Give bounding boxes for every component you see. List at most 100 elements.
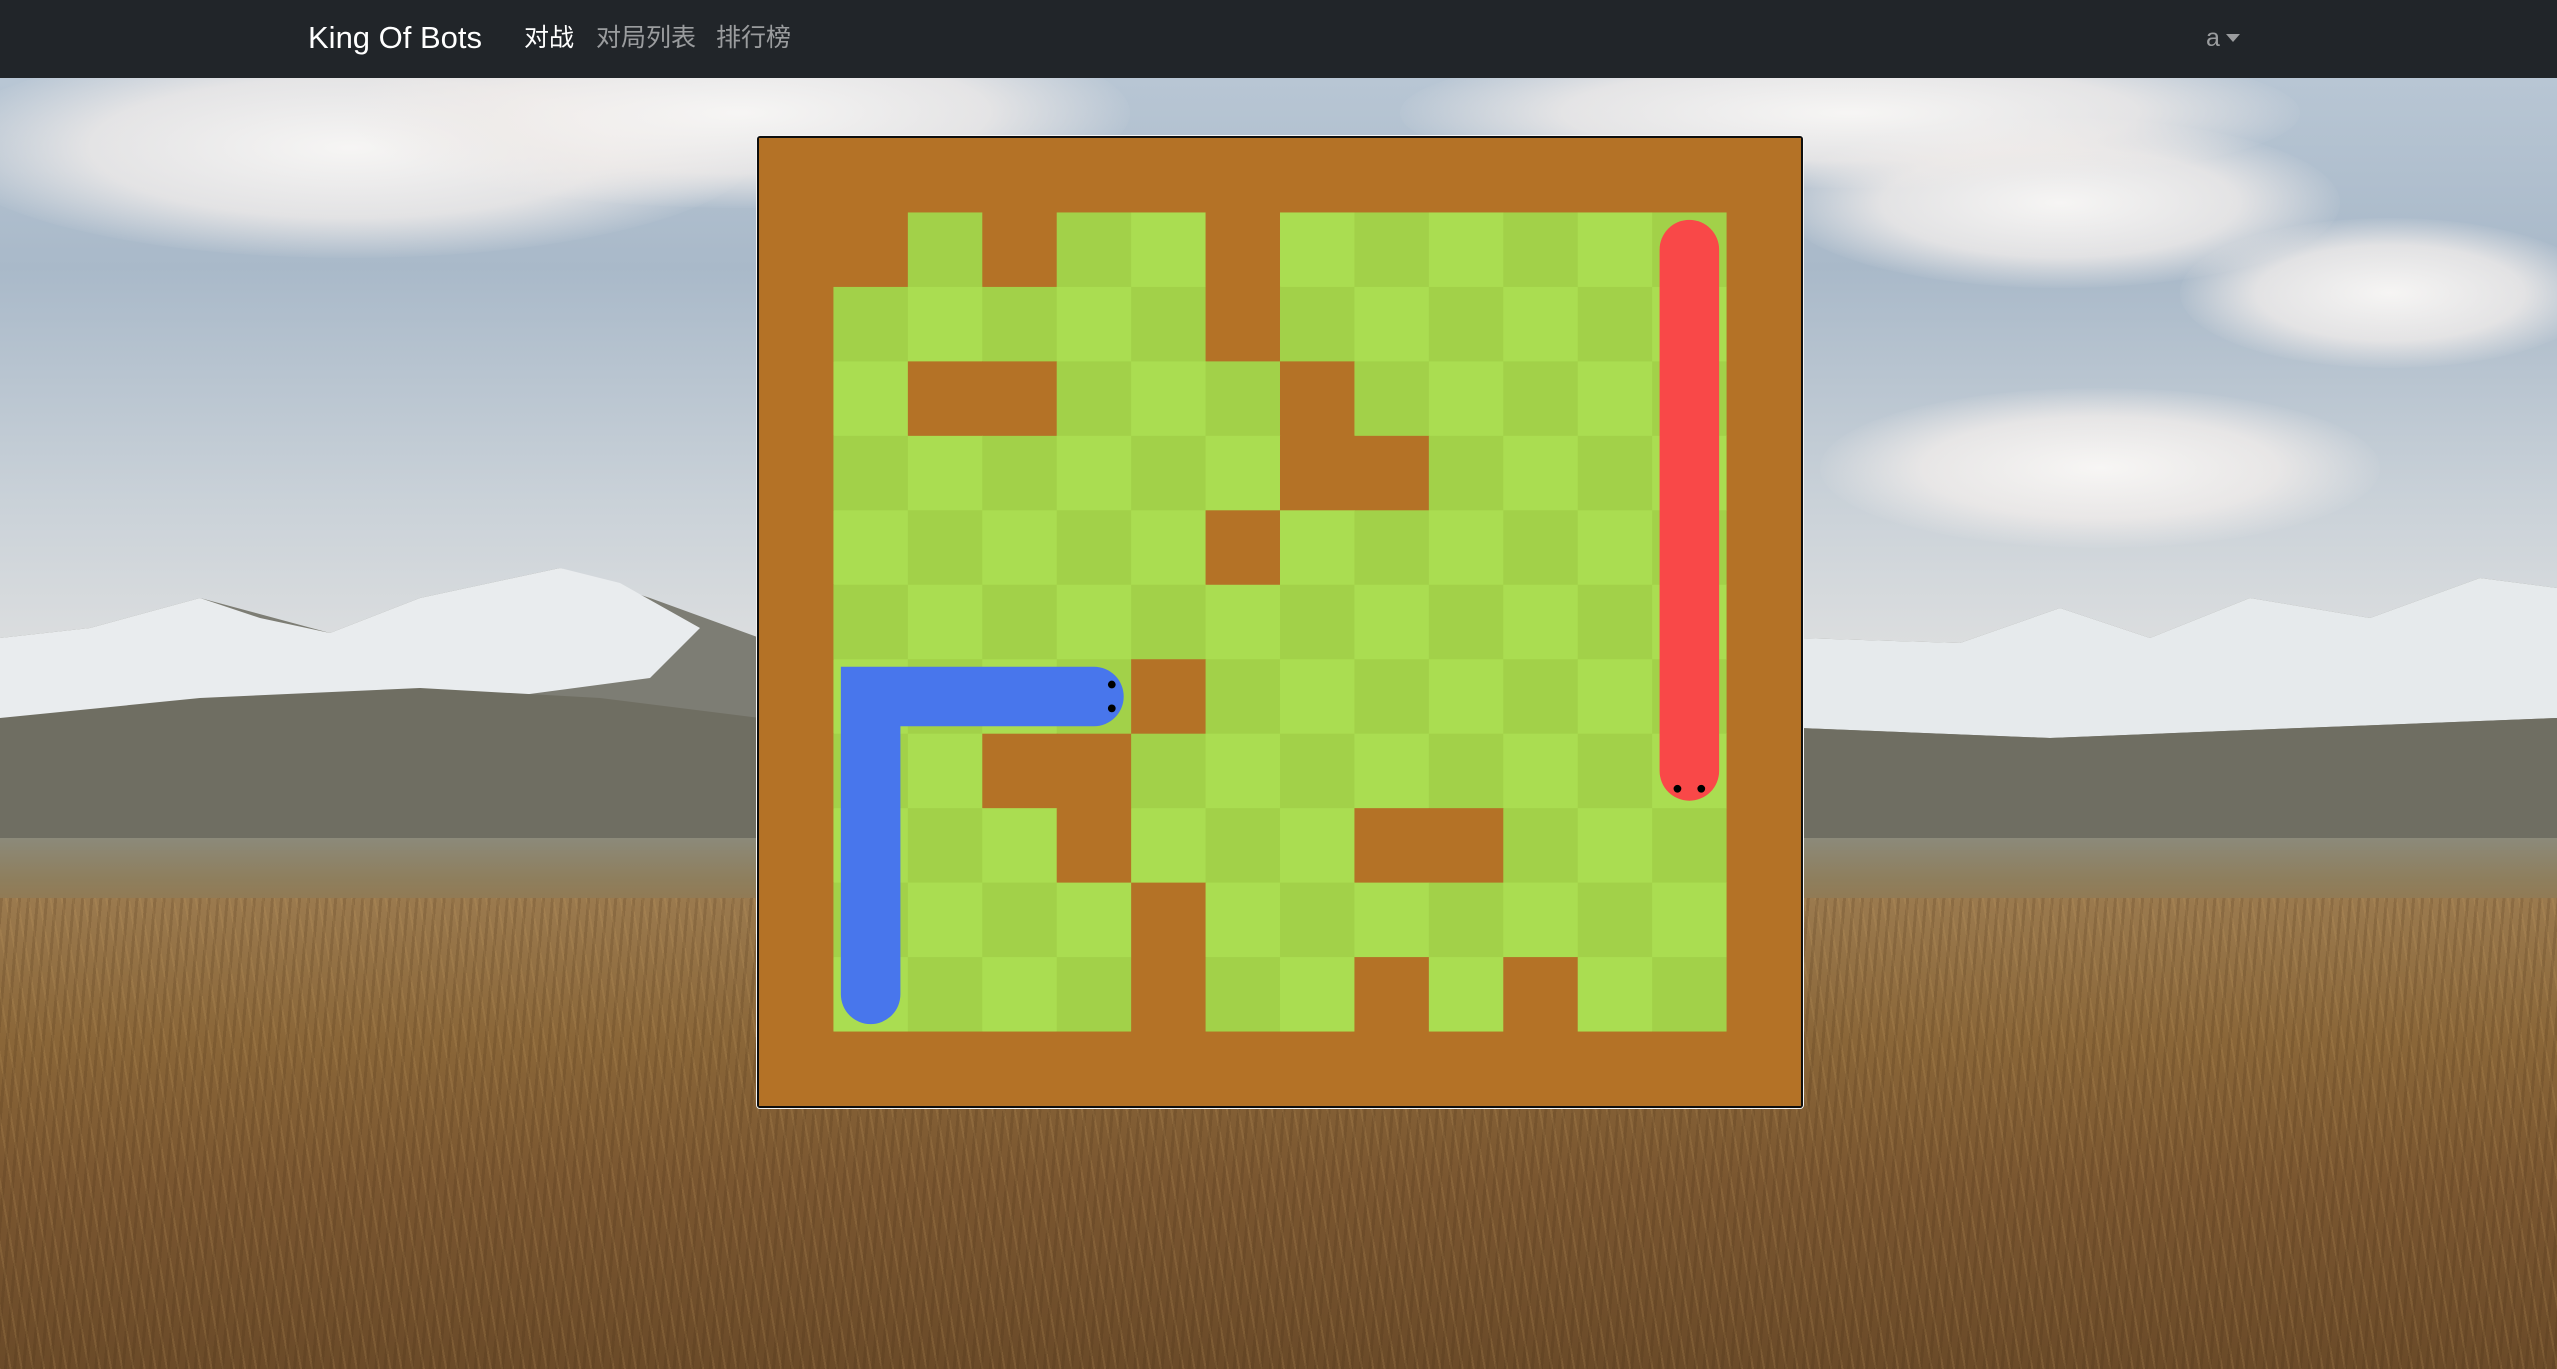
- grass-cell: [1577, 957, 1653, 1033]
- grass-cell: [1205, 733, 1281, 809]
- wall-cell: [1652, 1031, 1728, 1106]
- grass-cell: [1205, 957, 1281, 1033]
- grass-cell: [1354, 733, 1430, 809]
- wall-cell: [1577, 1031, 1653, 1106]
- grass-cell: [907, 286, 983, 362]
- wall-cell: [759, 435, 835, 511]
- wall-cell: [1726, 659, 1801, 735]
- grass-cell: [1503, 733, 1579, 809]
- wall-cell: [1354, 808, 1430, 884]
- grass-cell: [1056, 957, 1132, 1033]
- grass-cell: [1205, 584, 1281, 660]
- caret-down-icon: [2225, 34, 2240, 42]
- wall-cell: [1056, 808, 1132, 884]
- grass-cell: [1428, 659, 1504, 735]
- grass-cell: [982, 808, 1058, 884]
- grass-cell: [1503, 286, 1579, 362]
- wall-cell: [1131, 659, 1207, 735]
- grass-cell: [1577, 882, 1653, 958]
- snake_b-eye: [1673, 784, 1682, 793]
- wall-cell: [1280, 435, 1356, 511]
- grass-cell: [1577, 808, 1653, 884]
- grass-cell: [833, 510, 909, 586]
- grass-cell: [1428, 882, 1504, 958]
- grass-cell: [907, 435, 983, 511]
- grass-cell: [1428, 361, 1504, 437]
- wall-cell: [1726, 361, 1801, 437]
- wall-cell: [1280, 138, 1356, 214]
- grass-cell: [1205, 882, 1281, 958]
- grass-cell: [1056, 584, 1132, 660]
- brand-link[interactable]: King Of Bots: [308, 0, 482, 78]
- wall-cell: [759, 361, 835, 437]
- grass-cell: [1577, 659, 1653, 735]
- wall-cell: [982, 1031, 1058, 1106]
- wall-cell: [1726, 212, 1801, 288]
- wall-cell: [833, 138, 909, 214]
- wall-cell: [907, 138, 983, 214]
- grass-cell: [833, 584, 909, 660]
- grass-cell: [1503, 361, 1579, 437]
- nav-link-record-list[interactable]: 对局列表: [596, 0, 696, 78]
- wall-cell: [907, 361, 983, 437]
- grass-cell: [907, 957, 983, 1033]
- wall-cell: [1205, 510, 1281, 586]
- wall-cell: [1726, 286, 1801, 362]
- wall-cell: [1205, 1031, 1281, 1106]
- grass-cell: [1428, 212, 1504, 288]
- wall-cell: [759, 882, 835, 958]
- grass-cell: [1056, 510, 1132, 586]
- user-dropdown[interactable]: a: [2206, 0, 2240, 78]
- grass-cell: [1652, 808, 1728, 884]
- grass-cell: [907, 882, 983, 958]
- grass-cell: [907, 733, 983, 809]
- grass-cell: [1354, 882, 1430, 958]
- wall-cell: [759, 733, 835, 809]
- wall-cell: [1354, 1031, 1430, 1106]
- grass-cell: [833, 286, 909, 362]
- grass-cell: [833, 361, 909, 437]
- grass-cell: [907, 212, 983, 288]
- grass-cell: [1354, 286, 1430, 362]
- grass-cell: [1131, 286, 1207, 362]
- wall-cell: [1205, 138, 1281, 214]
- grass-cell: [1280, 510, 1356, 586]
- grass-cell: [1280, 808, 1356, 884]
- wall-cell: [1726, 733, 1801, 809]
- grass-cell: [1131, 733, 1207, 809]
- wall-cell: [1726, 435, 1801, 511]
- wall-cell: [982, 361, 1058, 437]
- grass-cell: [1056, 286, 1132, 362]
- wall-cell: [759, 286, 835, 362]
- wall-cell: [759, 212, 835, 288]
- nav-link-ranklist[interactable]: 排行榜: [716, 0, 791, 78]
- wall-cell: [1428, 138, 1504, 214]
- grass-cell: [1577, 584, 1653, 660]
- grass-cell: [1577, 212, 1653, 288]
- grass-cell: [1205, 659, 1281, 735]
- wall-cell: [1726, 510, 1801, 586]
- grass-cell: [1280, 882, 1356, 958]
- grass-cell: [1205, 435, 1281, 511]
- wall-cell: [833, 1031, 909, 1106]
- grass-cell: [1577, 286, 1653, 362]
- grass-cell: [1503, 435, 1579, 511]
- wall-cell: [1131, 1031, 1207, 1106]
- wall-cell: [1354, 138, 1430, 214]
- grass-cell: [982, 435, 1058, 511]
- wall-cell: [1726, 957, 1801, 1033]
- wall-cell: [1503, 1031, 1579, 1106]
- grass-cell: [1577, 510, 1653, 586]
- grass-cell: [1131, 361, 1207, 437]
- wall-cell: [1577, 138, 1653, 214]
- game-map: [759, 138, 1801, 1106]
- grass-cell: [1503, 584, 1579, 660]
- grass-cell: [982, 286, 1058, 362]
- grass-cell: [1354, 584, 1430, 660]
- grass-cell: [1503, 510, 1579, 586]
- grass-cell: [907, 808, 983, 884]
- grass-cell: [1354, 361, 1430, 437]
- wall-cell: [1726, 808, 1801, 884]
- nav-link-battle[interactable]: 对战: [524, 0, 574, 78]
- grass-cell: [1652, 882, 1728, 958]
